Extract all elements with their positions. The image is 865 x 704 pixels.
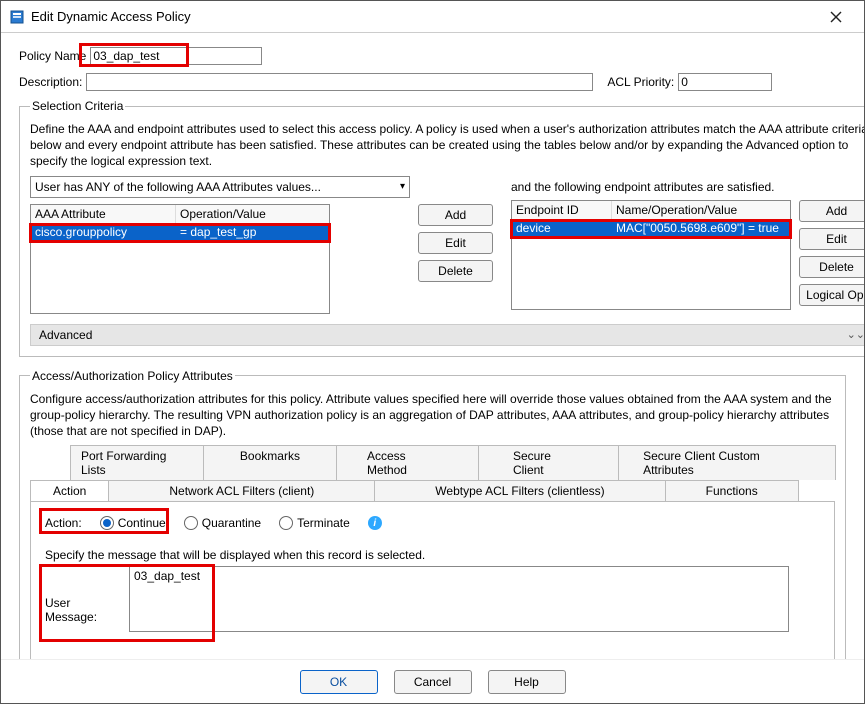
chevron-down-icon: ▾ (400, 181, 405, 192)
action-continue-label: Continue (118, 516, 166, 530)
radio-icon (184, 516, 198, 530)
tab-port-forwarding[interactable]: Port Forwarding Lists (70, 445, 204, 480)
aaa-mode-select[interactable]: User has ANY of the following AAA Attrib… (30, 176, 410, 198)
aaa-row-attr: cisco.grouppolicy (31, 224, 176, 240)
endpoint-add-button[interactable]: Add (799, 200, 864, 222)
dialog-footer: OK Cancel Help (1, 659, 864, 703)
endpoint-delete-button[interactable]: Delete (799, 256, 864, 278)
endpoint-attribute-table[interactable]: Endpoint ID Name/Operation/Value device … (511, 200, 791, 310)
dialog-window: Edit Dynamic Access Policy Policy Name D… (0, 0, 865, 704)
user-message-label: User Message: (45, 566, 125, 624)
endpoint-col-op[interactable]: Name/Operation/Value (612, 201, 790, 219)
description-label: Description: (19, 75, 82, 89)
expand-icon: ⌄⌄ (847, 328, 864, 341)
logical-op-button[interactable]: Logical Op. (799, 284, 864, 306)
endpoint-row-op: MAC["0050.5698.e609"] = true (612, 220, 790, 236)
selection-criteria-legend: Selection Criteria (30, 99, 125, 113)
tab-bookmarks[interactable]: Bookmarks (203, 445, 337, 480)
aaa-attribute-table[interactable]: AAA Attribute Operation/Value cisco.grou… (30, 204, 330, 314)
endpoint-row-id: device (512, 220, 612, 236)
description-input[interactable] (86, 73, 593, 91)
user-message-input[interactable]: 03_dap_test (129, 566, 789, 632)
tab-webtype-acl[interactable]: Webtype ACL Filters (clientless) (374, 480, 665, 501)
action-continue-radio[interactable]: Continue (100, 516, 166, 530)
user-message-help: Specify the message that will be display… (45, 548, 820, 562)
dialog-content: Policy Name Description: ACL Priority: S… (1, 33, 864, 659)
acl-priority-input[interactable] (678, 73, 772, 91)
tab-access-method[interactable]: Access Method (336, 445, 479, 480)
action-quarantine-radio[interactable]: Quarantine (184, 516, 261, 530)
window-title: Edit Dynamic Access Policy (31, 9, 816, 24)
cancel-button[interactable]: Cancel (394, 670, 472, 694)
titlebar: Edit Dynamic Access Policy (1, 1, 864, 33)
aaa-delete-button[interactable]: Delete (418, 260, 493, 282)
aaa-col-operation[interactable]: Operation/Value (176, 205, 329, 223)
aaa-row-op: = dap_test_gp (176, 224, 329, 240)
advanced-toggle[interactable]: Advanced ⌄⌄ (30, 324, 864, 346)
table-row[interactable]: cisco.grouppolicy = dap_test_gp (31, 224, 329, 240)
endpoint-label: and the following endpoint attributes ar… (511, 176, 864, 194)
acl-priority-label: ACL Priority: (607, 75, 674, 89)
radio-icon (100, 516, 114, 530)
endpoint-col-id[interactable]: Endpoint ID (512, 201, 612, 219)
aaa-col-attribute[interactable]: AAA Attribute (31, 205, 176, 223)
radio-icon (279, 516, 293, 530)
access-auth-group: Access/Authorization Policy Attributes C… (19, 369, 846, 659)
selection-criteria-group: Selection Criteria Define the AAA and en… (19, 99, 864, 357)
tab-secure-client[interactable]: Secure Client (478, 445, 619, 480)
tab-network-acl[interactable]: Network ACL Filters (client) (108, 480, 375, 501)
tab-action[interactable]: Action (30, 480, 109, 501)
app-icon (9, 9, 25, 25)
endpoint-edit-button[interactable]: Edit (799, 228, 864, 250)
access-auth-help: Configure access/authorization attribute… (30, 391, 835, 440)
close-button[interactable] (816, 2, 856, 32)
action-quarantine-label: Quarantine (202, 516, 261, 530)
tab-functions[interactable]: Functions (665, 480, 799, 501)
policy-name-label: Policy Name (19, 49, 86, 63)
access-auth-legend: Access/Authorization Policy Attributes (30, 369, 235, 383)
aaa-add-button[interactable]: Add (418, 204, 493, 226)
selection-help-text: Define the AAA and endpoint attributes u… (30, 121, 864, 170)
tab-secure-client-custom[interactable]: Secure Client Custom Attributes (618, 445, 836, 480)
action-terminate-label: Terminate (297, 516, 350, 530)
action-label: Action: (45, 516, 82, 530)
help-button[interactable]: Help (488, 670, 566, 694)
aaa-edit-button[interactable]: Edit (418, 232, 493, 254)
advanced-label: Advanced (39, 328, 92, 342)
info-icon[interactable]: i (368, 516, 382, 530)
table-row[interactable]: device MAC["0050.5698.e609"] = true (512, 220, 790, 236)
ok-button[interactable]: OK (300, 670, 378, 694)
action-tab-panel: Action: Continue Quarantine Terminate (30, 501, 835, 659)
aaa-mode-value: User has ANY of the following AAA Attrib… (35, 180, 321, 194)
action-terminate-radio[interactable]: Terminate (279, 516, 350, 530)
policy-name-input[interactable] (90, 47, 262, 65)
